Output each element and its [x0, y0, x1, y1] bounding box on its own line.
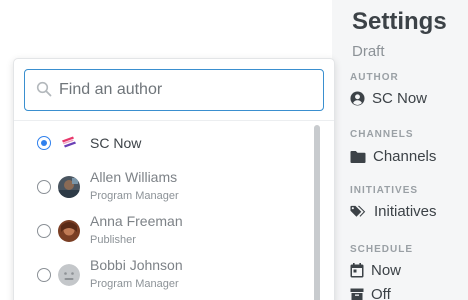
schedule-now-value: Now	[371, 262, 402, 279]
author-option-name: Anna Freeman	[90, 213, 183, 229]
archive-icon	[350, 288, 364, 300]
author-option-name: Bobbi Johnson	[90, 257, 183, 273]
channels-section-label: CHANNELS	[350, 129, 414, 140]
radio-unselected[interactable]	[37, 180, 51, 194]
author-option-bobbi-johnson[interactable]: Bobbi Johnson Program Manager	[14, 253, 312, 297]
avatar	[58, 220, 80, 242]
radio-unselected[interactable]	[37, 224, 51, 238]
user-circle-icon	[350, 91, 365, 106]
scrollbar-thumb[interactable]	[314, 125, 320, 300]
author-option-anna-freeman[interactable]: Anna Freeman Publisher	[14, 209, 312, 253]
author-setting[interactable]: SC Now	[350, 90, 427, 107]
author-option-role: Publisher	[90, 234, 136, 246]
schedule-now-setting[interactable]: Now	[350, 262, 401, 279]
channels-setting-value: Channels	[373, 148, 437, 165]
author-option-sc-now[interactable]: SC Now	[14, 121, 312, 165]
author-option-name: Allen Williams	[90, 169, 178, 185]
options-scrollbar[interactable]	[312, 121, 322, 300]
author-option-role: Program Manager	[90, 190, 179, 202]
settings-status: Draft	[352, 43, 385, 60]
author-section-label: AUTHOR	[350, 72, 399, 83]
radio-selected[interactable]	[37, 136, 51, 150]
author-setting-value: SC Now	[372, 90, 428, 107]
initiatives-setting[interactable]: Initiatives	[350, 203, 437, 220]
author-search-input[interactable]	[59, 78, 309, 102]
calendar-icon	[350, 263, 364, 278]
schedule-section-label: SCHEDULE	[350, 244, 414, 255]
avatar	[58, 176, 80, 198]
default-avatar-icon	[58, 264, 80, 286]
settings-panel: Settings Draft AUTHOR SC Now CHANNELS Ch…	[332, 0, 468, 300]
author-picker-dropdown: SC Now Allen Williams Program Manager An…	[13, 58, 335, 300]
radio-unselected[interactable]	[37, 268, 51, 282]
sc-now-logo-icon	[58, 132, 80, 154]
channels-setting[interactable]: Channels	[350, 148, 436, 165]
author-option-role: Program Manager	[90, 278, 179, 290]
settings-title: Settings	[352, 8, 447, 35]
author-search-box[interactable]	[24, 69, 324, 111]
author-option-allen-williams[interactable]: Allen Williams Program Manager	[14, 165, 312, 209]
initiatives-setting-value: Initiatives	[374, 203, 437, 220]
initiatives-section-label: INITIATIVES	[350, 185, 419, 196]
search-icon	[36, 81, 52, 97]
tags-icon	[350, 205, 366, 217]
author-option-name: SC Now	[90, 135, 142, 151]
folder-icon	[350, 150, 366, 163]
schedule-off-setting[interactable]: Off	[350, 286, 391, 300]
schedule-off-value: Off	[371, 286, 391, 300]
